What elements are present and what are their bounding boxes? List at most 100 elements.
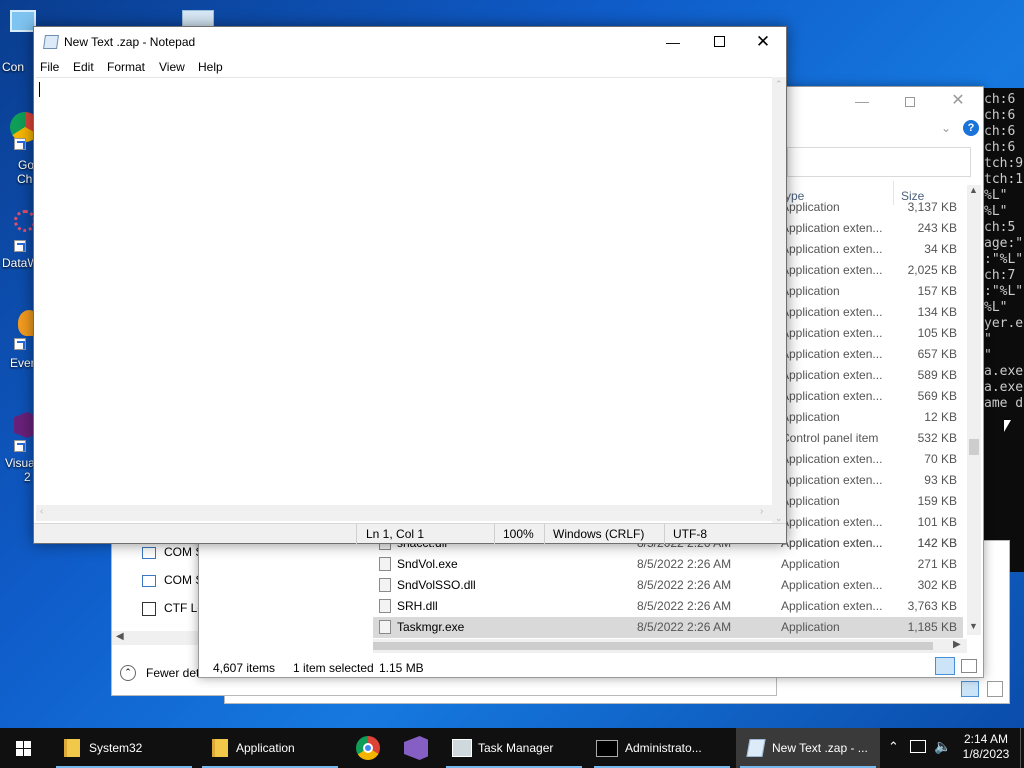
folder-icon	[64, 739, 80, 757]
taskbar-item-label: Administrato...	[625, 741, 702, 755]
cell-type: Application	[781, 557, 840, 571]
show-desktop-button[interactable]	[1020, 728, 1024, 768]
component-icon	[142, 575, 156, 587]
show-hidden-icons-chevron-icon[interactable]: ⌃	[888, 739, 899, 755]
cell-type: Application exten...	[781, 305, 883, 319]
zoom-level: 100%	[503, 527, 534, 541]
folder-icon	[212, 739, 228, 757]
cell-size: 142 KB	[917, 536, 957, 550]
taskbar-item-system32[interactable]: System32	[52, 728, 196, 768]
terminal-line: a.exe	[984, 364, 1024, 379]
taskbar-item-task-manager[interactable]: Task Manager	[442, 728, 586, 768]
terminal-line: "	[984, 348, 992, 363]
terminal-line: ch:6	[984, 92, 1016, 107]
volume-icon[interactable]: 🔈	[934, 738, 951, 755]
minimize-button[interactable]: —	[839, 87, 885, 117]
windows-logo-icon-part	[24, 741, 31, 748]
horizontal-scrollbar[interactable]: ▶	[373, 639, 967, 653]
terminal-window[interactable]: ch:6ch:6ch:6ch:6tch:9tch:12%L"%L"ch:5age…	[982, 88, 1024, 572]
status-selected: 1 item selected	[293, 661, 374, 675]
vertical-scrollbar[interactable]: ⌃ ⌄	[772, 77, 786, 531]
scroll-left-icon: ◀	[116, 631, 124, 642]
cell-size: 3,763 KB	[907, 599, 957, 613]
terminal-line: yer.e	[984, 316, 1024, 331]
menu-edit[interactable]: Edit	[73, 60, 94, 74]
vertical-scrollbar[interactable]: ▲ ▼	[967, 185, 981, 635]
menu-view[interactable]: View	[159, 60, 185, 74]
help-icon[interactable]: ?	[963, 120, 979, 136]
terminal-line: ame d	[984, 396, 1024, 411]
taskbar-item-label: Task Manager	[478, 741, 554, 755]
network-icon[interactable]	[910, 740, 926, 753]
notepad-icon	[746, 739, 766, 757]
minimize-button[interactable]: —	[650, 27, 696, 57]
terminal-line: ch:6	[984, 124, 1016, 139]
table-row[interactable]: SRH.dll 8/5/2022 2:26 AM Application exten…	[373, 596, 963, 617]
status-divider	[544, 524, 545, 544]
large-icons-view-button[interactable]	[961, 659, 977, 673]
start-button[interactable]	[0, 728, 48, 768]
shortcut-arrow-icon	[14, 440, 26, 452]
details-view-button[interactable]	[961, 681, 979, 697]
cell-size: 532 KB	[917, 431, 957, 445]
scroll-up-icon: ⌃	[775, 79, 783, 89]
taskbar-item-notepad[interactable]: New Text .zap - ...	[736, 728, 880, 768]
file-icon	[379, 599, 391, 613]
expand-ribbon-icon[interactable]: ⌄	[941, 121, 951, 135]
maximize-button[interactable]	[696, 27, 742, 57]
text-editor-area[interactable]	[36, 77, 772, 531]
large-icons-view-button[interactable]	[987, 681, 1003, 697]
cell-type: Application exten...	[781, 473, 883, 487]
cell-type: Application exten...	[781, 599, 883, 613]
cell-type: Application exten...	[781, 536, 883, 550]
scroll-right-icon: ›	[760, 506, 764, 517]
scroll-down-icon: ▼	[969, 621, 978, 631]
table-row[interactable]: SndVolSSO.dll 8/5/2022 2:26 AM Application…	[373, 575, 963, 596]
menu-file[interactable]: File	[40, 60, 59, 74]
horizontal-scrollbar[interactable]: ‹ ›	[36, 505, 772, 521]
taskbar-item-application[interactable]: Application	[198, 728, 342, 768]
cell-type: Application	[781, 620, 840, 634]
cell-type: Application exten...	[781, 242, 883, 256]
taskbar-item-chrome[interactable]	[346, 728, 390, 768]
scrollbar-thumb[interactable]	[373, 642, 933, 650]
cell-type: Application exten...	[781, 221, 883, 235]
cell-size: 105 KB	[917, 326, 957, 340]
search-input[interactable]	[787, 147, 971, 177]
close-button[interactable]: ✕	[935, 87, 981, 117]
notepad-window[interactable]: New Text .zap - Notepad — ✕ File Edit Fo…	[33, 26, 787, 544]
table-row[interactable]: Taskmgr.exe 8/5/2022 2:26 AM Application 1,…	[373, 617, 963, 638]
maximize-button[interactable]	[887, 93, 933, 123]
status-bar: Ln 1, Col 1 100% Windows (CRLF) UTF-8	[34, 523, 786, 544]
taskbar-item-visual-studio[interactable]	[394, 728, 438, 768]
cell-size: 101 KB	[917, 515, 957, 529]
cell-size: 12 KB	[924, 410, 957, 424]
line-ending: Windows (CRLF)	[553, 527, 645, 541]
close-button[interactable]: ✕	[740, 27, 786, 57]
scroll-left-icon: ‹	[40, 506, 44, 517]
cell-size: 93 KB	[924, 473, 957, 487]
terminal-line: ch:5	[984, 220, 1016, 235]
table-row[interactable]: SndVol.exe 8/5/2022 2:26 AM Application 271…	[373, 554, 963, 575]
cell-type: Application exten...	[781, 578, 883, 592]
clock[interactable]: 2:14 AM 1/8/2023	[960, 732, 1012, 762]
task-manager-icon	[452, 739, 472, 757]
terminal-line: %L"	[984, 204, 1008, 219]
windows-logo-icon-part	[24, 749, 31, 756]
taskbar-item-administrator[interactable]: Administrato...	[590, 728, 734, 768]
notepad-title-bar[interactable]: New Text .zap - Notepad — ✕	[34, 27, 786, 57]
taskbar: System32 Application Task Manager Admini…	[0, 728, 1024, 768]
window-title: New Text .zap - Notepad	[64, 35, 196, 49]
details-view-button[interactable]	[935, 657, 955, 675]
chevron-up-icon[interactable]: ⌃	[120, 665, 136, 681]
scrollbar-thumb[interactable]	[969, 439, 979, 455]
menu-help[interactable]: Help	[198, 60, 223, 74]
terminal-line: ch:6	[984, 108, 1016, 123]
terminal-line: ch:7	[984, 268, 1016, 283]
text-caret	[39, 82, 40, 97]
terminal-line: %L"	[984, 188, 1008, 203]
horizontal-scrollbar[interactable]: ◀	[112, 631, 200, 645]
cell-date: 8/5/2022 2:26 AM	[637, 599, 732, 613]
terminal-line: age:"	[984, 236, 1024, 251]
menu-format[interactable]: Format	[107, 60, 145, 74]
